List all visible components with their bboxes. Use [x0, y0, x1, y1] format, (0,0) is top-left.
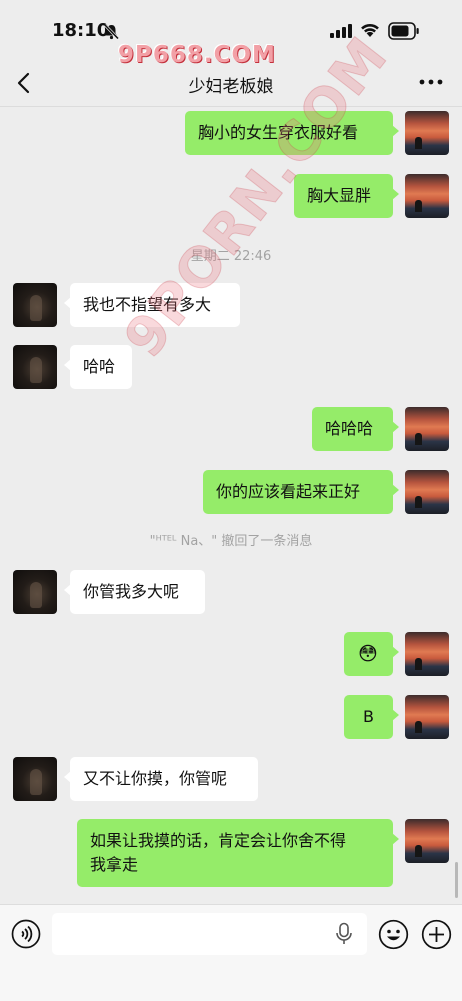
message-timestamp: 星期二 22:46: [190, 249, 272, 264]
message-line: 我拿走: [90, 855, 139, 874]
message-bubble-outgoing[interactable]: 你的应该看起来正好: [203, 470, 399, 514]
self-avatar[interactable]: [405, 819, 449, 863]
chat-title: 少妇老板娘: [188, 77, 274, 97]
voice-input-button[interactable]: [11, 919, 41, 949]
self-avatar[interactable]: [405, 470, 449, 514]
message-bubble-outgoing[interactable]: 胸小的女生穿衣服好看: [185, 111, 399, 155]
self-avatar[interactable]: [405, 174, 449, 218]
more-options-button[interactable]: [416, 70, 446, 94]
message-bubble-outgoing[interactable]: 😳: [344, 632, 399, 676]
self-avatar[interactable]: [405, 407, 449, 451]
contact-avatar[interactable]: [13, 283, 57, 327]
chat-header: 少妇老板娘: [0, 58, 462, 106]
battery-icon: [388, 22, 419, 40]
flushed-emoji-icon: 😳: [358, 643, 378, 665]
scrollbar[interactable]: [455, 862, 458, 898]
message-line: 如果让我摸的话，肯定会让你舍不得: [90, 831, 347, 850]
message-bubble-incoming[interactable]: 哈哈: [64, 345, 132, 389]
self-avatar[interactable]: [405, 111, 449, 155]
message-bubble-outgoing[interactable]: 如果让我摸的话，肯定会让你舍不得 我拿走: [77, 819, 399, 887]
message-bubble-outgoing[interactable]: 哈哈哈: [312, 407, 399, 451]
message-bubble-outgoing[interactable]: 胸大显胖: [294, 174, 399, 218]
wifi-icon: [361, 24, 379, 37]
self-avatar[interactable]: [405, 695, 449, 739]
message-bubble-incoming[interactable]: 又不让你摸，你管呢: [64, 757, 258, 801]
emoji-button[interactable]: [378, 919, 409, 950]
message-bubble-incoming[interactable]: 你管我多大呢: [64, 570, 205, 614]
message-bubble-incoming[interactable]: 我也不指望有多大: [64, 283, 240, 327]
message-bubble-outgoing[interactable]: B: [344, 695, 399, 739]
message-input[interactable]: [52, 913, 367, 955]
contact-avatar[interactable]: [13, 757, 57, 801]
contact-avatar[interactable]: [13, 570, 57, 614]
header-divider: [0, 106, 462, 107]
recalled-message-notice: "ᴴᵀᴱᴸ Na、" 撤回了一条消息: [149, 534, 313, 549]
self-avatar[interactable]: [405, 632, 449, 676]
add-attachment-button[interactable]: [421, 919, 452, 950]
microphone-icon[interactable]: [334, 922, 354, 946]
bell-muted-icon: [103, 23, 120, 40]
cellular-signal-icon: [330, 24, 352, 38]
contact-avatar[interactable]: [13, 345, 57, 389]
status-time: 18:10: [52, 20, 110, 41]
input-bar: [0, 904, 462, 1001]
